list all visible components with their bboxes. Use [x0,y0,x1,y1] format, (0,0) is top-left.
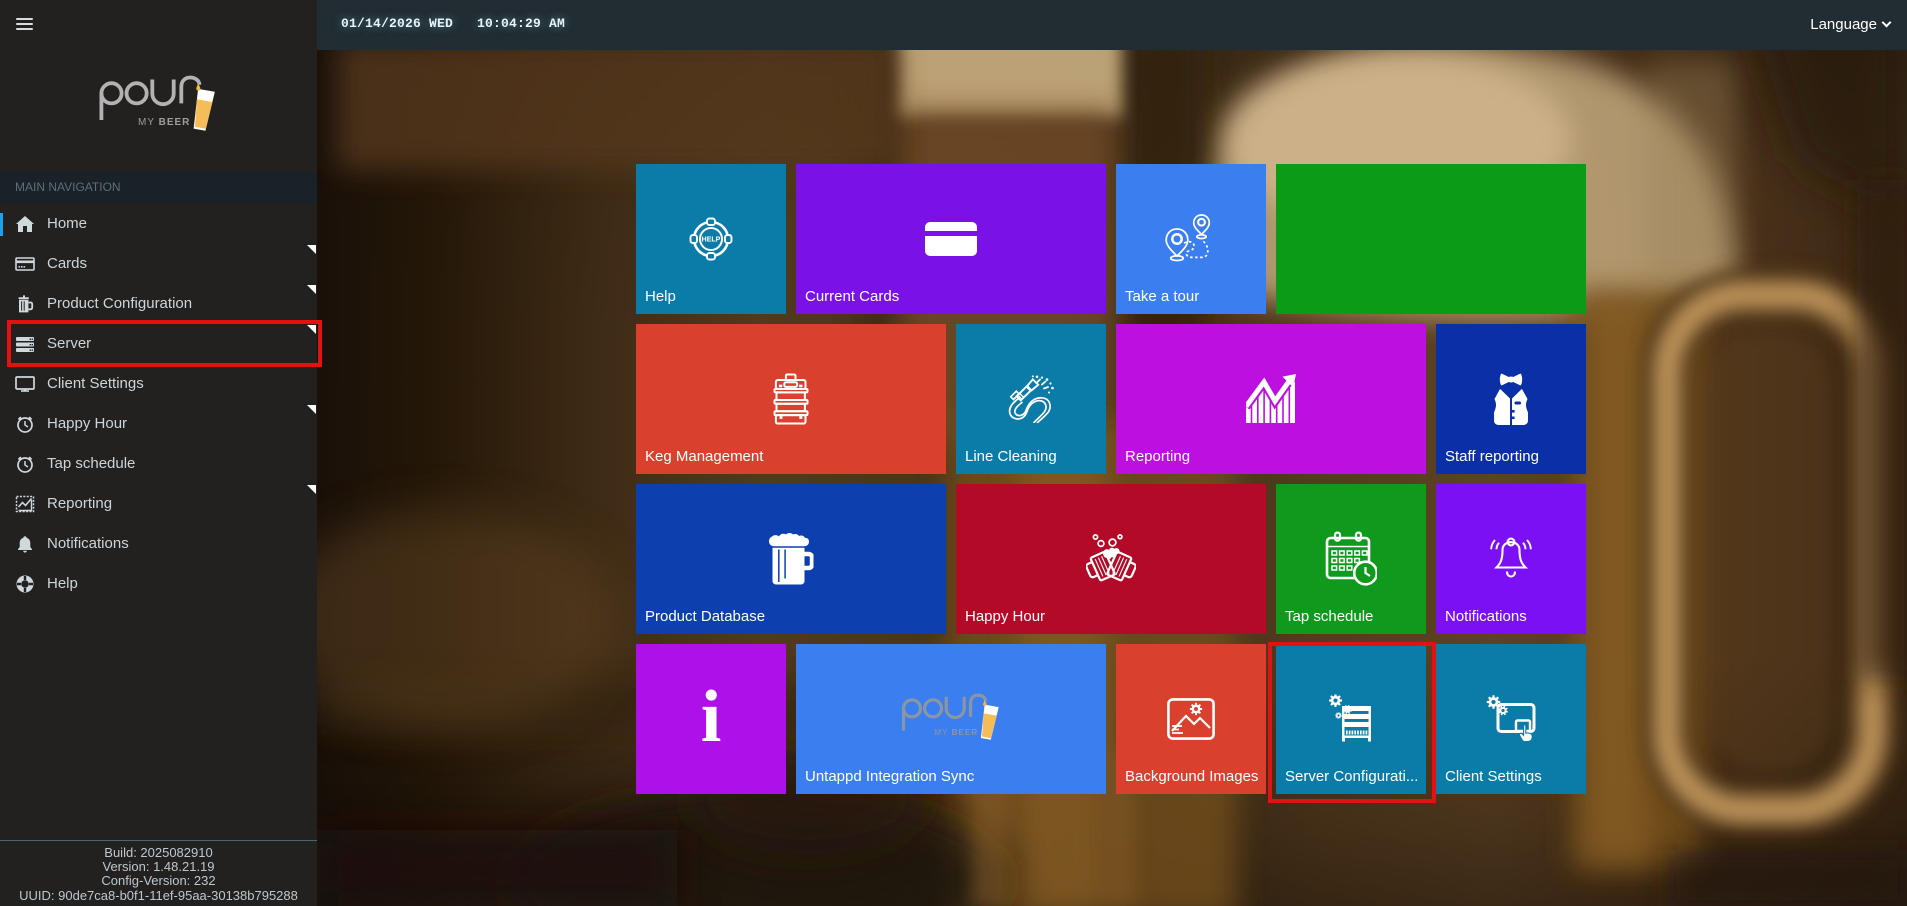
svg-text:MY BEER: MY BEER [138,117,190,128]
svg-text:HELP: HELP [702,237,721,244]
svg-text:MY BEER: MY BEER [934,727,978,737]
